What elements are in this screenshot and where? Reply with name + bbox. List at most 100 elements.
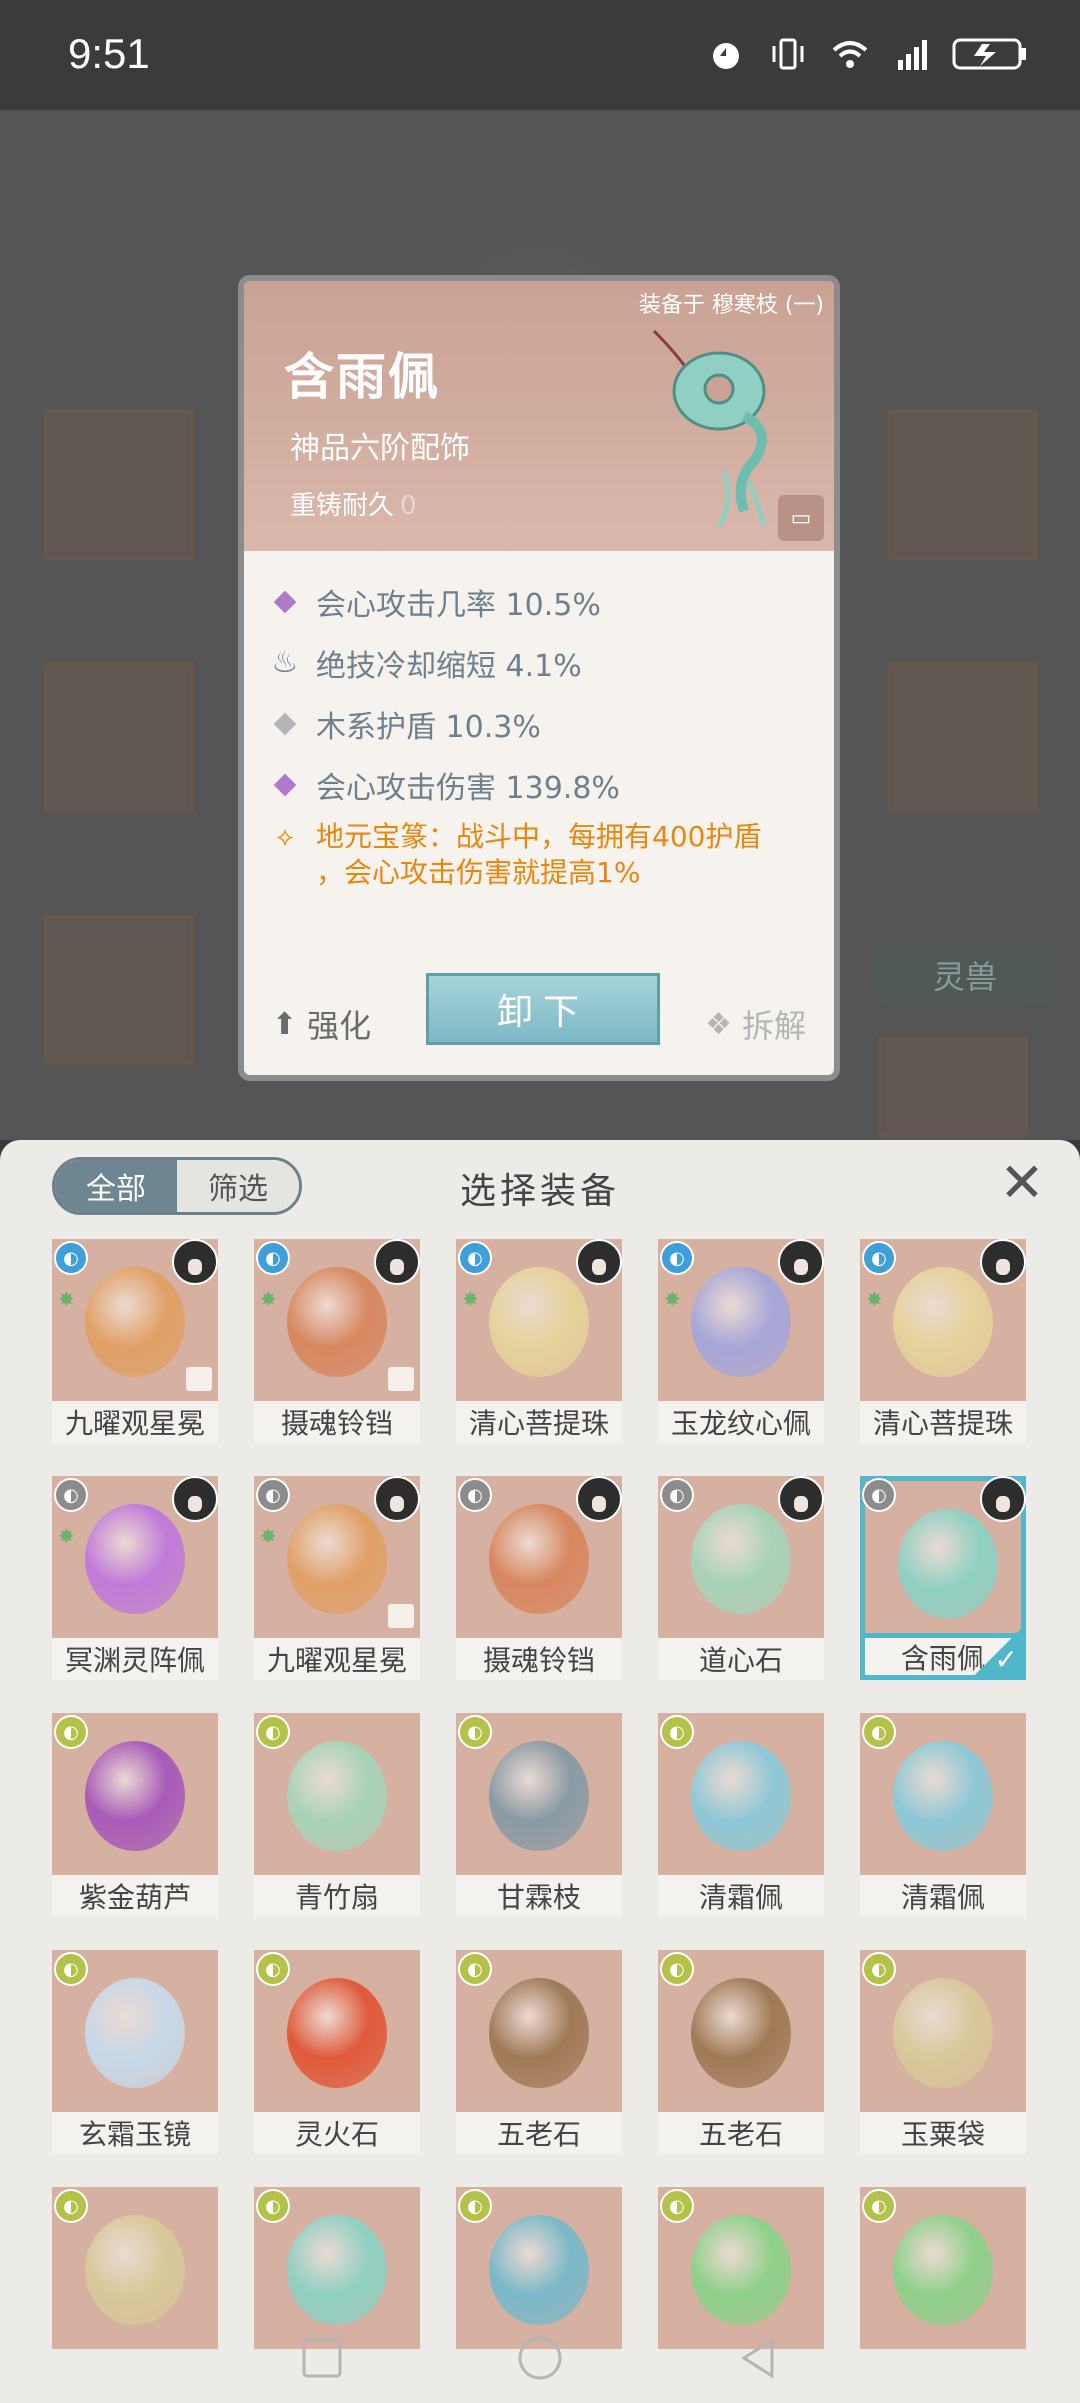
purple-diamond-icon (270, 590, 300, 613)
equipment-card[interactable]: ◐ ✸ 清心菩提珠 (860, 1239, 1026, 1443)
equipment-card[interactable]: ◐ 甘霖枝 (456, 1713, 622, 1917)
quality-star-icon: ✸ (664, 1287, 681, 1311)
quality-star-icon: ✸ (58, 1287, 75, 1311)
equipment-art (287, 2215, 387, 2325)
equipment-card[interactable]: ◐ 灵火石 (254, 1950, 420, 2154)
recast-label: 重铸耐久 (290, 491, 395, 521)
select-equipment-panel: 全部 筛选 选择装备 ✕ ◐ ✸ 九曜观星冕 ◐ ✸ 摄魂铃铛 ◐ ✸ 清心菩提珠 ◐ ✸ 玉龙纹心佩… (0, 1140, 1080, 2403)
panel-title: 选择装备 (459, 1171, 620, 1212)
item-name: 含雨佩 (284, 348, 440, 406)
recents-square-icon[interactable] (298, 2334, 346, 2382)
equipment-card[interactable]: ◐ 紫金葫芦 (52, 1713, 218, 1917)
owner-avatar (576, 1476, 622, 1522)
special-effect-line: ，会心攻击伤害就提高1% (316, 856, 641, 889)
equipment-slot[interactable] (878, 1037, 1028, 1137)
lock-icon (388, 1604, 414, 1628)
attribute-text: 绝技冷却缩短 4.1% (316, 648, 582, 684)
equipment-card[interactable]: ◐ 清霜佩 (860, 1713, 1026, 1917)
element-badge-icon: ◐ (54, 1241, 88, 1275)
equipment-art (287, 1741, 387, 1851)
equipment-art (85, 1978, 185, 2088)
equipment-card[interactable]: ◐ 五老石 (456, 1950, 622, 2154)
equipment-card[interactable]: ◐ ✸ 九曜观星冕 (52, 1239, 218, 1443)
element-badge-icon: ◐ (256, 1952, 290, 1986)
vibrate-icon (766, 34, 810, 74)
equipment-name: 摄魂铃铛 (456, 1638, 622, 1680)
equipment-name: 九曜观星冕 (52, 1401, 218, 1443)
equipment-art (85, 1741, 185, 1851)
equipment-card[interactable]: ◐ 摄魂铃铛 (456, 1476, 622, 1680)
element-badge-icon: ◐ (458, 1478, 492, 1512)
equipment-name: 清霜佩 (658, 1875, 824, 1917)
decompose-icon: ❖ (705, 1006, 732, 1042)
element-badge-icon: ◐ (458, 1952, 492, 1986)
special-effect-icon: ⟡ (276, 822, 294, 852)
equipment-card[interactable]: ◐ ✸ 清心菩提珠 (456, 1239, 622, 1443)
owner-avatar (778, 1476, 824, 1522)
lock-icon[interactable]: ▭ (778, 495, 824, 541)
attribute-text: 会心攻击几率 10.5% (316, 587, 601, 623)
equipped-by-label: 装备于 穆寒枝 (一) (638, 293, 824, 318)
element-badge-icon: ◐ (54, 1478, 88, 1512)
equipment-art (893, 1267, 993, 1377)
equipment-card[interactable]: ◐ 玉粟袋 (860, 1950, 1026, 2154)
equipment-art (489, 1978, 589, 2088)
owner-avatar (778, 1239, 824, 1285)
equipment-card[interactable]: ◐ ✸ 冥渊灵阵佩 (52, 1476, 218, 1680)
element-badge-icon: ◐ (862, 1241, 896, 1275)
decompose-button[interactable]: ❖ 拆解 (705, 1001, 806, 1047)
element-badge-icon: ◐ (660, 2189, 694, 2223)
equipment-slot[interactable] (888, 662, 1038, 812)
battery-charging-icon (952, 34, 1028, 74)
equipment-card[interactable]: ◐ ✸ 摄魂铃铛 (254, 1239, 420, 1443)
equipment-name: 五老石 (456, 2112, 622, 2154)
equipment-card[interactable]: ◐ 清霜佩 (658, 1713, 824, 1917)
special-effect-line: 地元宝篆：战斗中，每拥有400护盾 (316, 820, 762, 853)
spirit-beast-button[interactable]: 灵兽 (875, 945, 1055, 1005)
grey-diamond-icon (270, 712, 300, 735)
quality-star-icon: ✸ (260, 1524, 277, 1548)
equipment-slot[interactable] (44, 662, 194, 812)
equipment-card[interactable]: ◐ ✸ 玉龙纹心佩 (658, 1239, 824, 1443)
owner-avatar (172, 1239, 218, 1285)
back-triangle-icon[interactable] (734, 2334, 782, 2382)
recast-value: 0 (400, 491, 417, 521)
flame-cooldown-icon: ♨ (271, 645, 299, 680)
equipment-card[interactable]: ◐ 含雨佩 ✓ (860, 1476, 1026, 1680)
owner-avatar (980, 1476, 1026, 1522)
equipment-slot[interactable] (888, 410, 1038, 560)
equipment-name: 灵火石 (254, 2112, 420, 2154)
equipment-name: 甘霖枝 (456, 1875, 622, 1917)
equipment-name: 玄霜玉镜 (52, 2112, 218, 2154)
decompose-label: 拆解 (741, 1007, 806, 1045)
equipment-card[interactable]: ◐ 玄霜玉镜 (52, 1950, 218, 2154)
special-effect-text: 地元宝篆：战斗中，每拥有400护盾 ，会心攻击伤害就提高1% (316, 819, 761, 891)
arrow-up-icon: ⬆ (272, 1006, 298, 1042)
owner-avatar (576, 1239, 622, 1285)
attribute-list: 会心攻击几率 10.5% ♨ 绝技冷却缩短 4.1% 木系护盾 10.3% 会心… (270, 571, 830, 891)
unequip-button[interactable]: 卸下 (426, 973, 660, 1045)
element-badge-icon: ◐ (862, 2189, 896, 2223)
quality-star-icon: ✸ (866, 1287, 883, 1311)
equipment-card[interactable]: ◐ ✸ 九曜观星冕 (254, 1476, 420, 1680)
popup-actions: ⬆ 强化 卸下 ❖ 拆解 (244, 971, 834, 1071)
equipment-name: 道心石 (658, 1638, 824, 1680)
equipment-art (898, 1509, 998, 1619)
equipment-name: 清霜佩 (860, 1875, 1026, 1917)
owner-avatar (374, 1476, 420, 1522)
equipment-card[interactable]: ◐ 道心石 (658, 1476, 824, 1680)
equipment-card[interactable]: ◐ 青竹扇 (254, 1713, 420, 1917)
equipment-art (85, 1504, 185, 1614)
close-icon[interactable]: ✕ (994, 1155, 1050, 1211)
strengthen-button[interactable]: ⬆ 强化 (272, 1001, 371, 1047)
element-badge-icon: ◐ (256, 1241, 290, 1275)
element-badge-icon: ◐ (54, 1715, 88, 1749)
quality-star-icon: ✸ (58, 1524, 75, 1548)
equipment-card[interactable]: ◐ 五老石 (658, 1950, 824, 2154)
home-circle-icon[interactable] (516, 2334, 564, 2382)
equipment-name: 青竹扇 (254, 1875, 420, 1917)
equipment-name: 清心菩提珠 (456, 1401, 622, 1443)
equipment-slot[interactable] (44, 410, 194, 560)
equipment-name: 冥渊灵阵佩 (52, 1638, 218, 1680)
equipment-slot[interactable] (44, 915, 194, 1065)
